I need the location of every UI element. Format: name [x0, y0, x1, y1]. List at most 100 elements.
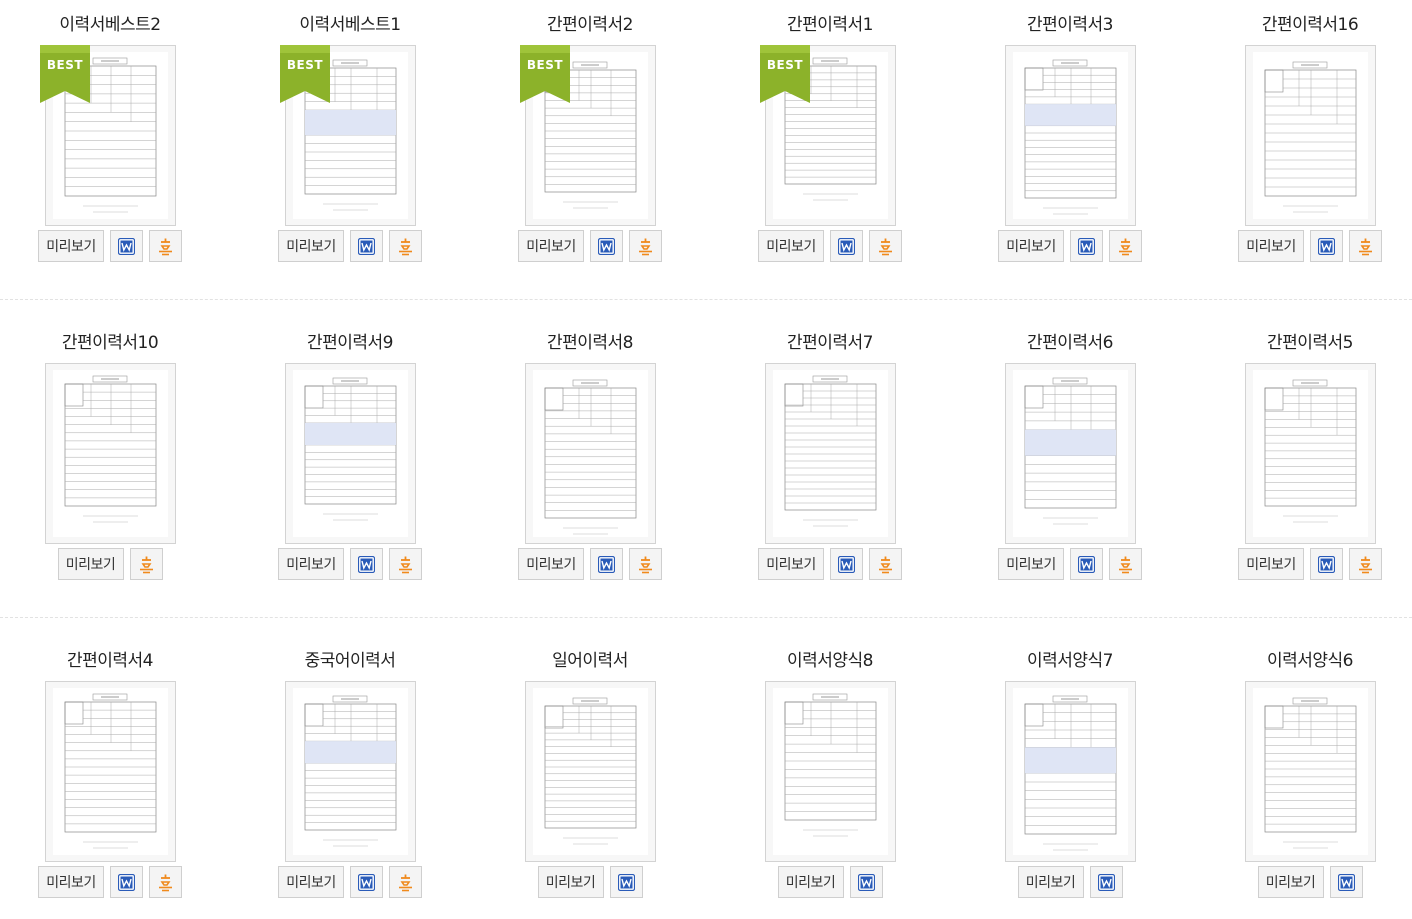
word-doc-icon	[1078, 555, 1095, 573]
word-download-button[interactable]	[590, 230, 623, 262]
word-download-button[interactable]	[110, 866, 143, 898]
word-download-button[interactable]	[590, 548, 623, 580]
word-download-button[interactable]	[849, 866, 883, 898]
preview-button[interactable]: 미리보기	[38, 230, 104, 262]
template-title[interactable]: 간편이력서10	[0, 332, 230, 354]
preview-button[interactable]: 미리보기	[38, 866, 104, 898]
word-download-button[interactable]	[1089, 866, 1123, 898]
word-download-button[interactable]	[609, 866, 643, 898]
template-card: 간편이력서2 BEST 미리보기	[470, 0, 710, 300]
preview-button[interactable]: 미리보기	[518, 548, 584, 580]
hwp-download-button[interactable]	[1109, 548, 1142, 580]
preview-button[interactable]: 미리보기	[518, 230, 584, 262]
template-thumbnail[interactable]: BEST	[280, 45, 416, 226]
template-thumbnail[interactable]	[765, 363, 896, 544]
template-title[interactable]: 간편이력서5	[1190, 332, 1412, 354]
word-download-button[interactable]	[350, 866, 383, 898]
hwp-download-button[interactable]	[629, 230, 662, 262]
preview-button[interactable]: 미리보기	[777, 866, 844, 898]
template-title[interactable]: 중국어이력서	[230, 650, 470, 672]
hwp-doc-icon	[157, 237, 174, 256]
template-title[interactable]: 간편이력서3	[950, 14, 1190, 36]
preview-button[interactable]: 미리보기	[278, 866, 344, 898]
template-title[interactable]: 이력서양식6	[1190, 650, 1412, 672]
template-thumbnail[interactable]	[765, 681, 896, 862]
hwp-doc-icon	[877, 555, 894, 574]
resume-preview-image	[533, 370, 648, 537]
preview-button[interactable]: 미리보기	[998, 230, 1064, 262]
template-title[interactable]: 간편이력서4	[0, 650, 230, 672]
preview-button[interactable]: 미리보기	[1238, 230, 1304, 262]
hwp-download-button[interactable]	[149, 866, 182, 898]
word-download-button[interactable]	[1329, 866, 1363, 898]
preview-button[interactable]: 미리보기	[537, 866, 604, 898]
template-title[interactable]: 간편이력서1	[710, 14, 950, 36]
word-download-button[interactable]	[350, 548, 383, 580]
word-download-button[interactable]	[110, 230, 143, 262]
template-row: 간편이력서10 미리보기 간편이력서9 미리보기 간편이력서8 미리보기 간편이력서7 미리보…	[0, 318, 1412, 618]
template-thumbnail[interactable]	[285, 681, 416, 862]
template-title[interactable]: 이력서양식8	[710, 650, 950, 672]
preview-button[interactable]: 미리보기	[998, 548, 1064, 580]
preview-button[interactable]: 미리보기	[758, 230, 824, 262]
template-card: 중국어이력서미리보기	[230, 636, 470, 919]
template-title[interactable]: 이력서양식7	[950, 650, 1190, 672]
preview-button[interactable]: 미리보기	[1257, 866, 1324, 898]
template-title[interactable]: 간편이력서2	[470, 14, 710, 36]
template-card: 간편이력서7 미리보기	[710, 318, 950, 618]
template-title[interactable]: 간편이력서9	[230, 332, 470, 354]
hwp-download-button[interactable]	[129, 548, 163, 580]
word-doc-icon	[1097, 873, 1115, 891]
preview-button[interactable]: 미리보기	[57, 548, 124, 580]
template-title[interactable]: 이력서베스트1	[230, 14, 470, 36]
template-title[interactable]: 일어이력서	[470, 650, 710, 672]
template-thumbnail[interactable]	[285, 363, 416, 544]
hwp-download-button[interactable]	[1349, 548, 1382, 580]
template-title[interactable]: 간편이력서6	[950, 332, 1190, 354]
best-badge-label: BEST	[526, 58, 564, 72]
template-thumbnail[interactable]: BEST	[760, 45, 896, 226]
preview-button[interactable]: 미리보기	[1238, 548, 1304, 580]
template-thumbnail[interactable]	[1245, 363, 1376, 544]
hwp-download-button[interactable]	[869, 548, 902, 580]
hwp-doc-icon	[877, 237, 894, 256]
preview-button[interactable]: 미리보기	[278, 230, 344, 262]
preview-button[interactable]: 미리보기	[1017, 866, 1084, 898]
template-thumbnail[interactable]	[525, 681, 656, 862]
template-thumbnail[interactable]	[1245, 45, 1376, 226]
best-badge: BEST	[40, 45, 90, 103]
template-thumbnail[interactable]	[525, 363, 656, 544]
hwp-download-button[interactable]	[389, 866, 422, 898]
template-thumbnail[interactable]	[1245, 681, 1376, 862]
template-title[interactable]: 간편이력서16	[1190, 14, 1412, 36]
hwp-download-button[interactable]	[149, 230, 182, 262]
template-title[interactable]: 이력서베스트2	[0, 14, 230, 36]
template-thumbnail[interactable]	[1005, 45, 1136, 226]
template-thumbnail[interactable]	[1005, 363, 1136, 544]
hwp-doc-icon	[397, 237, 414, 256]
hwp-download-button[interactable]	[389, 548, 422, 580]
template-thumbnail[interactable]	[45, 363, 176, 544]
hwp-download-button[interactable]	[1109, 230, 1142, 262]
template-thumbnail[interactable]: BEST	[520, 45, 656, 226]
template-thumbnail[interactable]: BEST	[40, 45, 176, 226]
template-title[interactable]: 간편이력서7	[710, 332, 950, 354]
template-thumbnail[interactable]	[1005, 681, 1136, 862]
word-download-button[interactable]	[1310, 230, 1343, 262]
preview-button[interactable]: 미리보기	[758, 548, 824, 580]
hwp-download-button[interactable]	[1349, 230, 1382, 262]
word-download-button[interactable]	[1070, 230, 1103, 262]
word-download-button[interactable]	[1310, 548, 1343, 580]
hwp-download-button[interactable]	[389, 230, 422, 262]
template-card: 간편이력서8 미리보기	[470, 318, 710, 618]
word-download-button[interactable]	[830, 230, 863, 262]
hwp-download-button[interactable]	[629, 548, 662, 580]
word-download-button[interactable]	[830, 548, 863, 580]
template-thumbnail[interactable]	[45, 681, 176, 862]
hwp-doc-icon	[637, 555, 654, 574]
template-title[interactable]: 간편이력서8	[470, 332, 710, 354]
word-download-button[interactable]	[350, 230, 383, 262]
preview-button[interactable]: 미리보기	[278, 548, 344, 580]
word-download-button[interactable]	[1070, 548, 1103, 580]
hwp-download-button[interactable]	[869, 230, 902, 262]
